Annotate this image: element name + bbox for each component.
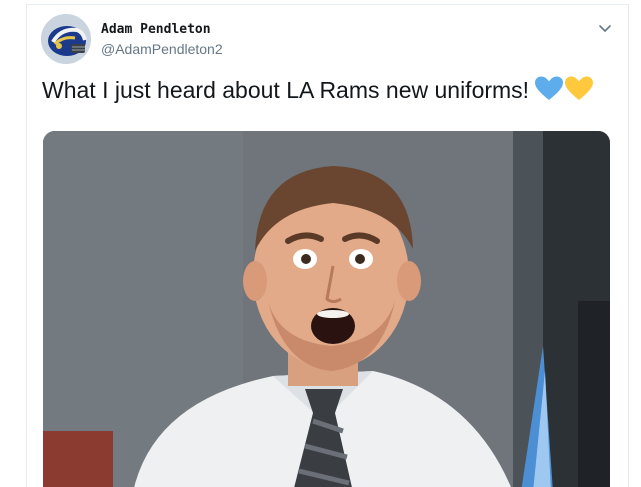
hearts-icon (535, 76, 594, 100)
tweet-text-content: What I just heard about LA Rams new unif… (42, 77, 530, 103)
user-handle[interactable]: @AdamPendleton2 (101, 40, 223, 58)
tweet-text: What I just heard about LA Rams new unif… (42, 74, 594, 110)
yellow-heart-icon (565, 76, 594, 100)
emoji-group (535, 76, 594, 110)
chevron-down-icon[interactable] (596, 19, 614, 37)
tweet-media-gif[interactable] (43, 131, 610, 487)
display-name[interactable]: Adam Pendleton (101, 21, 223, 38)
tweet-page: Adam Pendleton @AdamPendleton2 What I ju… (0, 0, 641, 487)
tweet-card[interactable]: Adam Pendleton @AdamPendleton2 What I ju… (26, 4, 629, 487)
blue-heart-icon (535, 76, 564, 100)
author-block[interactable]: Adam Pendleton @AdamPendleton2 (101, 21, 223, 58)
avatar[interactable] (41, 14, 91, 64)
surprised-man-gif-icon (43, 131, 610, 487)
rams-helmet-icon (41, 14, 91, 64)
